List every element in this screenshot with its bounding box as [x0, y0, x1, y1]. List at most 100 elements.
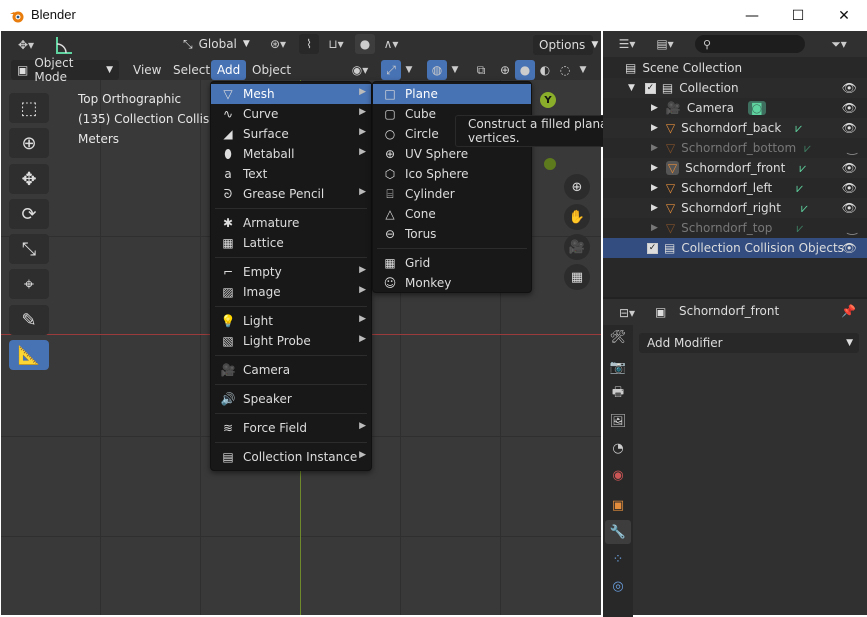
tab-render[interactable]: 📷 — [605, 355, 631, 379]
outliner-editor-type-icon[interactable]: ☰▾ — [611, 34, 643, 54]
outliner-row-scene-collection[interactable]: ▤ Scene Collection — [603, 58, 867, 78]
menu-view[interactable]: View — [127, 60, 167, 80]
menu-add[interactable]: Add — [211, 60, 247, 80]
menu-select[interactable]: Select — [167, 60, 216, 80]
menu-item-force-field[interactable]: ≋ Force Field ▶ — [211, 418, 371, 438]
checkbox-icon[interactable]: ✓ — [647, 242, 658, 254]
annotate-tool[interactable]: ✎ — [9, 305, 49, 335]
transform-tool[interactable]: ⌖ — [9, 269, 49, 299]
menu-item-light[interactable]: 💡 Light ▶ — [211, 311, 371, 331]
options-dropdown[interactable]: Options ▼ — [533, 35, 598, 55]
menu-item-grid[interactable]: ▦ Grid — [373, 253, 531, 273]
orientation-dropdown[interactable]: ⤡ Global ▼ — [177, 34, 257, 54]
menu-item-grease-pencil[interactable]: ᘐ Grease Pencil ▶ — [211, 184, 371, 204]
outliner-row-collection[interactable]: ▼ ✓ ▤ Collection 👁 — [603, 78, 867, 98]
eye-icon[interactable]: 👁 — [842, 201, 857, 215]
filter-icon[interactable]: ⏷▾ — [823, 34, 855, 54]
proportional-edit-toggle[interactable]: ● — [355, 34, 375, 54]
zoom-button[interactable]: ⊕ — [564, 174, 590, 200]
menu-item-camera[interactable]: 🎥 Camera — [211, 360, 371, 380]
display-mode-icon[interactable]: ▤▾ — [649, 34, 681, 54]
menu-item-ico-sphere[interactable]: ⬡ Ico Sphere — [373, 164, 531, 184]
add-modifier-dropdown[interactable]: Add Modifier ▼ — [639, 333, 859, 353]
editor-type-icon[interactable]: ✥▾ — [9, 35, 43, 55]
menu-item-monkey[interactable]: ☺ Monkey — [373, 273, 531, 293]
solid-shading-button[interactable]: ● — [515, 60, 535, 80]
outliner-row-schorndorf-back[interactable]: ▶ ▽ Schorndorf_back ⩗ 👁 — [603, 118, 867, 138]
menu-item-plane[interactable]: □ Plane — [373, 84, 531, 104]
tab-physics[interactable]: ◎ — [605, 574, 631, 598]
menu-item-lattice[interactable]: ▦ Lattice — [211, 233, 371, 253]
shading-dropdown[interactable]: ▼ — [575, 60, 591, 80]
tab-scene[interactable]: ◔ — [605, 436, 631, 460]
menu-object[interactable]: Object — [246, 60, 297, 80]
y-axis-gizmo[interactable]: Y — [540, 92, 556, 108]
properties-editor-type-icon[interactable]: ⊟▾ — [611, 303, 643, 323]
menu-item-speaker[interactable]: 🔊 Speaker — [211, 389, 371, 409]
snap-target-dropdown[interactable]: ⊔▾ — [321, 34, 351, 54]
falloff-dropdown[interactable]: ∧▾ — [377, 34, 405, 54]
outliner-row-camera[interactable]: ▶ 🎥 Camera ◙ 👁 — [603, 98, 867, 118]
rotate-tool[interactable]: ⟳ — [9, 199, 49, 229]
menu-item-light-probe[interactable]: ▧ Light Probe ▶ — [211, 331, 371, 351]
eye-closed-icon[interactable]: ‿ — [847, 221, 857, 235]
wireframe-shading-button[interactable]: ⊕ — [495, 60, 515, 80]
cursor-tool[interactable]: ⊕ — [9, 128, 49, 158]
menu-item-armature[interactable]: ✱ Armature — [211, 213, 371, 233]
eye-closed-icon[interactable]: ‿ — [847, 141, 857, 155]
snap-toggle[interactable]: ⌇ — [299, 34, 319, 54]
close-button[interactable]: ✕ — [821, 0, 867, 31]
eye-icon[interactable]: 👁 — [842, 241, 857, 255]
tab-view-layer[interactable]: 🖼 — [605, 409, 631, 433]
tab-modifiers[interactable]: 🔧 — [605, 520, 631, 544]
menu-item-text[interactable]: a Text — [211, 164, 371, 184]
minimize-button[interactable]: — — [729, 0, 775, 31]
menu-item-cylinder[interactable]: ⌸ Cylinder — [373, 184, 531, 204]
eye-icon[interactable]: 👁 — [842, 161, 857, 175]
pan-button[interactable]: ✋ — [564, 204, 590, 230]
camera-view-button[interactable]: 🎥 — [564, 234, 590, 260]
outliner-row-schorndorf-left[interactable]: ▶ ▽ Schorndorf_left ⩗ 👁 — [603, 178, 867, 198]
outliner-search-input[interactable]: ⚲ — [695, 35, 805, 53]
eye-icon[interactable]: 👁 — [842, 81, 857, 95]
overlay-dropdown[interactable]: ▼ — [447, 60, 463, 80]
overlay-toggle[interactable]: ◍ — [427, 60, 447, 80]
select-box-tool[interactable]: ⬚ — [9, 93, 49, 123]
menu-item-empty[interactable]: ⌐ Empty ▶ — [211, 262, 371, 282]
tab-object[interactable]: ▣ — [605, 493, 631, 517]
pivot-dropdown[interactable]: ⊛▾ — [263, 34, 293, 54]
tab-output[interactable]: 🖶 — [605, 382, 631, 406]
eye-icon[interactable]: 👁 — [842, 121, 857, 135]
gizmo-toggle[interactable]: ⤢ — [381, 60, 401, 80]
menu-item-metaball[interactable]: ⬮ Metaball ▶ — [211, 144, 371, 164]
tab-world[interactable]: ◉ — [605, 463, 631, 487]
outliner-row-schorndorf-right[interactable]: ▶ ▽ Schorndorf_right ⩗ 👁 — [603, 198, 867, 218]
menu-item-curve[interactable]: ∿ Curve ▶ — [211, 104, 371, 124]
eye-icon[interactable]: 👁 — [842, 181, 857, 195]
move-tool[interactable]: ✥ — [9, 164, 49, 194]
outliner-row-collection-collision-objects[interactable]: ✓ ▤ Collection Collision Objects 👁 — [603, 238, 867, 258]
measure-tool[interactable]: 📐 — [9, 340, 49, 370]
menu-item-mesh[interactable]: ▽ Mesh ▶ — [211, 84, 371, 104]
tab-tool[interactable]: 🛠 — [605, 325, 631, 349]
maximize-button[interactable]: ☐ — [775, 0, 821, 31]
xray-toggle[interactable]: ⧉ — [471, 60, 491, 80]
checkbox-icon[interactable]: ✓ — [644, 82, 656, 94]
scale-tool[interactable]: ⤡ — [9, 234, 49, 264]
outliner-row-schorndorf-bottom[interactable]: ▶ ▽ Schorndorf_bottom ⩗ ‿ — [603, 138, 867, 158]
material-shading-button[interactable]: ◐ — [535, 60, 555, 80]
menu-item-cone[interactable]: △ Cone — [373, 204, 531, 224]
menu-item-image[interactable]: ▨ Image ▶ — [211, 282, 371, 302]
outliner-row-schorndorf-top[interactable]: ▶ ▽ Schorndorf_top ⩗ ‿ — [603, 218, 867, 238]
ortho-toggle-button[interactable]: ▦ — [564, 264, 590, 290]
gizmo-dropdown[interactable]: ▼ — [401, 60, 417, 80]
neg-y-axis-gizmo[interactable] — [544, 158, 556, 170]
outliner-row-schorndorf-front[interactable]: ▶ ▽ Schorndorf_front ⩗ 👁 — [603, 158, 867, 178]
eye-icon[interactable]: 👁 — [842, 101, 857, 115]
visibility-dropdown[interactable]: ◉▾ — [345, 60, 375, 80]
mode-dropdown[interactable]: ▣ Object Mode ▼ — [11, 56, 119, 84]
menu-item-uv-sphere[interactable]: ⊕ UV Sphere — [373, 144, 531, 164]
tab-particles[interactable]: ⁘ — [605, 547, 631, 571]
menu-item-surface[interactable]: ◢ Surface ▶ — [211, 124, 371, 144]
menu-item-collection-instance[interactable]: ▤ Collection Instance ▶ — [211, 447, 371, 467]
